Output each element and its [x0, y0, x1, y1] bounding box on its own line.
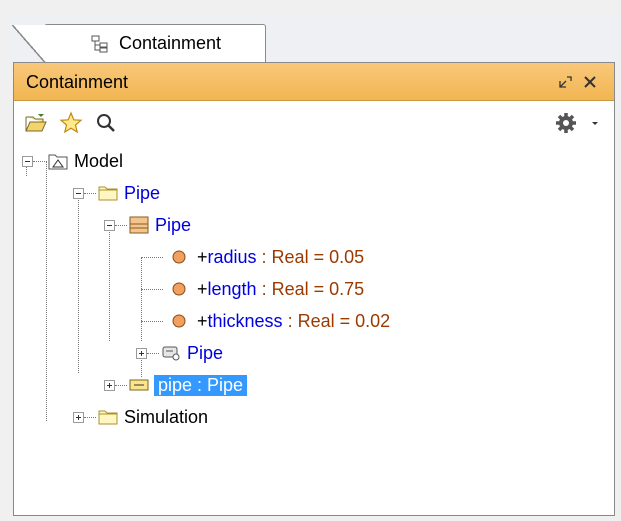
- part-property-icon: [129, 379, 149, 391]
- tab-strip: Containment: [8, 16, 621, 64]
- collapse-toggle[interactable]: [22, 156, 33, 167]
- panel-title: Containment: [26, 72, 129, 92]
- containment-tree-icon: [91, 35, 108, 53]
- block-icon: [129, 216, 149, 234]
- node-label: Pipe: [124, 183, 161, 203]
- model-icon: [48, 154, 68, 170]
- node-label: Model: [74, 151, 124, 171]
- tree-node-model[interactable]: Model: [14, 151, 214, 179]
- tree-node-pipe-package[interactable]: Pipe: [14, 183, 214, 211]
- containment-tree: Model Pipe Pipe +radius: Real = 0.05 +l…: [14, 147, 614, 515]
- restore-icon[interactable]: [559, 76, 572, 88]
- node-label: Simulation: [124, 407, 209, 427]
- containment-window: Containment Containment Model Pipe Pipe …: [0, 0, 621, 521]
- expand-toggle[interactable]: [136, 348, 147, 359]
- property-label: +length : Real = 0.75: [197, 279, 365, 299]
- tree-node-property-thickness[interactable]: +thickness : Real = 0.02: [14, 311, 390, 339]
- property-icon: [172, 250, 186, 264]
- package-folder-icon: [98, 186, 118, 201]
- property-icon: [172, 282, 186, 296]
- collapse-toggle[interactable]: [104, 220, 115, 231]
- property-icon: [172, 314, 186, 328]
- star-icon[interactable]: [59, 111, 83, 135]
- open-folder-icon[interactable]: [24, 111, 48, 135]
- containment-panel: Containment Model Pipe Pipe +radius: Re…: [13, 62, 615, 516]
- node-label-selected: pipe : Pipe: [154, 375, 248, 396]
- property-label: +radius : Real = 0.05: [197, 247, 365, 267]
- collapse-toggle[interactable]: [73, 188, 84, 199]
- chevron-down-icon[interactable]: [590, 118, 600, 128]
- tree-node-property-length[interactable]: +length : Real = 0.75: [14, 279, 364, 307]
- gear-icon[interactable]: [554, 111, 578, 135]
- close-icon[interactable]: [584, 76, 596, 88]
- node-label: Pipe: [187, 343, 224, 363]
- tree-node-simulation-package[interactable]: Simulation: [14, 407, 254, 435]
- tab-label: Containment: [119, 33, 222, 53]
- diagram-icon: [162, 346, 180, 361]
- panel-header: Containment: [14, 63, 614, 101]
- expand-toggle[interactable]: [73, 412, 84, 423]
- package-folder-icon: [98, 410, 118, 425]
- tree-node-pipe-diagram[interactable]: Pipe: [14, 343, 223, 371]
- tree-node-part-pipe[interactable]: pipe : Pipe: [14, 375, 314, 403]
- property-label: +thickness : Real = 0.02: [197, 311, 391, 331]
- node-label: Pipe: [155, 215, 192, 235]
- expand-toggle[interactable]: [104, 380, 115, 391]
- tree-node-pipe-block[interactable]: Pipe: [14, 215, 214, 243]
- search-icon[interactable]: [94, 111, 118, 135]
- tree-node-property-radius[interactable]: +radius : Real = 0.05: [14, 247, 364, 275]
- tab-containment[interactable]: Containment: [12, 24, 266, 64]
- toolbar: [14, 101, 614, 145]
